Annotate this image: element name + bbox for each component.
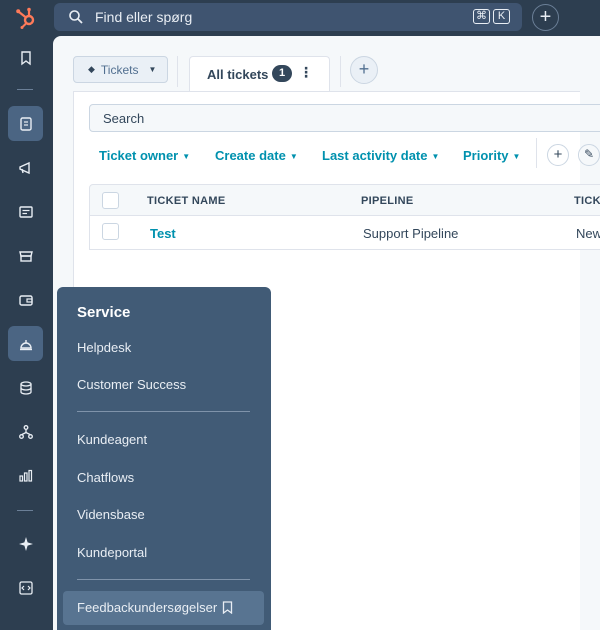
reports-icon <box>18 469 32 482</box>
ai-assistant-nav-item[interactable] <box>8 526 43 561</box>
shortcut-key-command: ⌘ <box>473 9 490 24</box>
marketing-nav-item[interactable] <box>8 150 43 185</box>
menu-item-label: Feedbackundersøgelser <box>77 600 218 615</box>
service-nav-item[interactable] <box>8 326 43 361</box>
toolbar-divider <box>340 56 341 87</box>
development-nav-item[interactable] <box>8 570 43 605</box>
commerce-icon <box>18 250 33 262</box>
object-selector-dropdown[interactable]: ◆ Tickets ▼ <box>73 56 168 83</box>
search-icon <box>69 10 83 24</box>
content-icon <box>18 205 33 218</box>
menu-item-chatflows[interactable]: Chatflows <box>77 470 134 485</box>
chevron-down-icon: ▼ <box>431 152 440 162</box>
marketing-icon <box>18 161 30 174</box>
reporting-nav-item[interactable] <box>8 458 43 493</box>
chevron-down-icon: ▼ <box>512 152 521 162</box>
filter-ticket-owner[interactable]: Ticket owner ▼ <box>99 148 190 163</box>
chevron-down-icon: ▼ <box>182 152 191 162</box>
add-filter-button[interactable]: + <box>547 144 569 166</box>
global-search-bar[interactable]: Find eller spørg ⌘ K <box>54 3 522 31</box>
tab-label: All tickets <box>207 67 269 82</box>
filter-priority[interactable]: Priority ▼ <box>463 148 520 163</box>
chevron-down-icon: ▼ <box>148 65 157 74</box>
filter-label: Ticket owner <box>99 148 179 163</box>
create-new-button[interactable]: + <box>532 4 559 31</box>
table-row: Test Support Pipeline New <box>89 216 600 250</box>
column-header-ticket-name[interactable]: TICKET NAME <box>147 195 225 207</box>
filter-label: Create date <box>215 148 286 163</box>
object-selector-label: Tickets <box>100 62 139 77</box>
table-header-row: TICKET NAME PIPELINE TICKE <box>89 184 600 216</box>
rail-divider <box>17 510 33 511</box>
database-icon <box>19 380 32 395</box>
toolbar-divider <box>177 56 178 87</box>
left-navigation-rail <box>0 36 53 630</box>
rail-divider <box>17 89 33 90</box>
global-search-placeholder: Find eller spørg <box>95 9 193 25</box>
automation-nav-item[interactable] <box>8 414 43 449</box>
tab-all-tickets[interactable]: All tickets 1 ⋮ <box>189 56 330 91</box>
shortcut-key-k: K <box>493 9 510 24</box>
ticket-diamond-icon: ◆ <box>88 64 95 74</box>
ticket-status-cell: New <box>576 226 600 241</box>
menu-item-kundeagent[interactable]: Kundeagent <box>77 432 147 447</box>
menu-item-helpdesk[interactable]: Helpdesk <box>77 340 131 355</box>
filter-label: Priority <box>463 148 509 163</box>
tab-count-badge: 1 <box>272 65 292 82</box>
filter-last-activity-date[interactable]: Last activity date ▼ <box>322 148 439 163</box>
menu-divider <box>77 579 250 580</box>
row-select-checkbox[interactable] <box>102 223 119 240</box>
menu-item-feedbackundersogelser[interactable]: Feedbackundersøgelser <box>63 591 264 625</box>
hubspot-logo-icon[interactable] <box>14 6 38 30</box>
content-nav-item[interactable] <box>8 194 43 229</box>
column-header-ticket-status[interactable]: TICKE <box>574 195 600 207</box>
data-management-nav-item[interactable] <box>8 370 43 405</box>
select-all-checkbox[interactable] <box>102 192 119 209</box>
filter-divider <box>536 138 537 168</box>
menu-item-customer-success[interactable]: Customer Success <box>77 377 186 392</box>
menu-divider <box>77 411 250 412</box>
developer-icon <box>18 580 33 595</box>
ticket-search-input[interactable] <box>90 105 600 131</box>
commerce-nav-item[interactable] <box>8 238 43 273</box>
ai-sparkle-icon <box>18 536 33 551</box>
filter-label: Last activity date <box>322 148 428 163</box>
chevron-down-icon: ▼ <box>289 152 298 162</box>
service-flyout-menu: Service Helpdesk Customer Success Kundea… <box>57 287 271 630</box>
tab-more-options-icon[interactable]: ⋮ <box>299 64 313 81</box>
bookmarks-nav-item[interactable] <box>8 40 43 75</box>
ticket-search-box[interactable] <box>89 104 600 132</box>
ticket-name-link[interactable]: Test <box>150 226 176 241</box>
wallet-icon <box>18 294 33 306</box>
payments-nav-item[interactable] <box>8 282 43 317</box>
contacts-icon <box>19 116 32 131</box>
bookmark-icon <box>20 50 31 65</box>
add-view-button[interactable]: + <box>350 56 378 84</box>
menu-item-kundeportal[interactable]: Kundeportal <box>77 545 147 560</box>
service-bell-icon <box>19 339 32 350</box>
ticket-pipeline-cell: Support Pipeline <box>363 226 459 241</box>
column-header-pipeline[interactable]: PIPELINE <box>361 195 414 207</box>
tickets-table: TICKET NAME PIPELINE TICKE Test Support … <box>89 184 600 250</box>
edit-filters-button[interactable]: ✎ <box>578 144 600 166</box>
filter-create-date[interactable]: Create date ▼ <box>215 148 298 163</box>
top-navigation-bar: Find eller spørg ⌘ K + <box>0 0 600 36</box>
bookmark-icon[interactable] <box>222 601 233 614</box>
contacts-nav-item[interactable] <box>8 106 43 141</box>
service-menu-title: Service <box>77 304 131 321</box>
menu-item-vidensbase[interactable]: Vidensbase <box>77 507 145 522</box>
workflow-icon <box>18 424 33 439</box>
